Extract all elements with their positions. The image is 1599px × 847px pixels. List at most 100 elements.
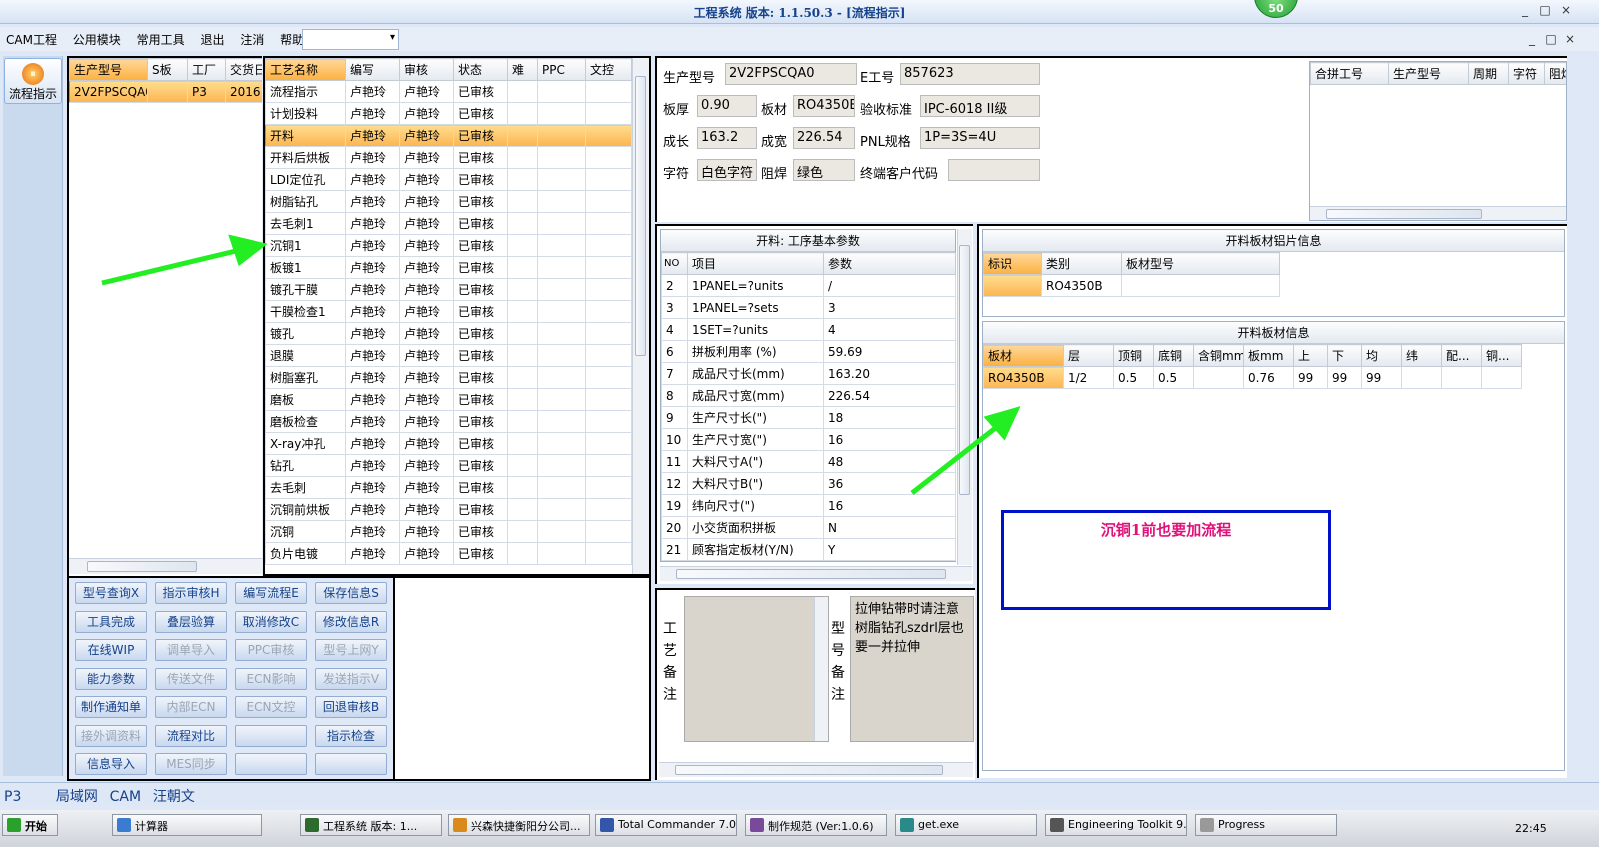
flow-cell[interactable]: 已审核 bbox=[453, 146, 508, 169]
params-cell[interactable]: 9 bbox=[661, 406, 688, 429]
table-row[interactable]: 2 1PANEL=?units / bbox=[661, 274, 956, 297]
params-cell[interactable]: 16 bbox=[823, 494, 956, 517]
flow-cell[interactable]: 去毛刺 bbox=[265, 476, 346, 499]
model-field[interactable]: 2V2FPSCQA0 bbox=[725, 63, 857, 85]
board-col-header[interactable]: 板mm bbox=[1243, 344, 1294, 367]
flow-cell[interactable] bbox=[507, 366, 538, 389]
flow-cell[interactable]: 卢艳玲 bbox=[345, 234, 400, 257]
cust-field[interactable] bbox=[948, 159, 1040, 181]
table-row[interactable]: 9 生产尺寸长(") 18 bbox=[661, 406, 956, 429]
params-cell[interactable]: 11 bbox=[661, 450, 688, 473]
flow-cell[interactable]: 卢艳玲 bbox=[345, 432, 400, 455]
action-button[interactable]: 工具完成 bbox=[75, 610, 147, 633]
flow-cell[interactable]: 卢艳玲 bbox=[345, 300, 400, 323]
action-button[interactable]: 流程对比 bbox=[155, 724, 227, 747]
board-cell[interactable]: 0.76 bbox=[1243, 366, 1294, 389]
flow-cell[interactable] bbox=[537, 146, 586, 169]
flow-cell[interactable] bbox=[585, 322, 632, 345]
params-cell[interactable]: 成品尺寸长(mm) bbox=[687, 362, 824, 385]
mdi-close-button[interactable]: × bbox=[1560, 32, 1580, 49]
flow-cell[interactable]: 已审核 bbox=[453, 234, 508, 257]
action-button[interactable]: 型号查询X bbox=[75, 582, 147, 604]
flow-cell[interactable] bbox=[507, 410, 538, 433]
process-remark-field[interactable] bbox=[684, 596, 829, 742]
board-col-header[interactable]: 均 bbox=[1361, 344, 1402, 367]
flow-cell[interactable] bbox=[537, 300, 586, 323]
table-row[interactable]: 沉铜1 卢艳玲 卢艳玲 已审核 bbox=[265, 234, 632, 257]
maximize-button[interactable]: □ bbox=[1535, 3, 1555, 20]
params-cell[interactable]: 18 bbox=[823, 406, 956, 429]
merge-col-header[interactable]: 生产型号 bbox=[1388, 62, 1469, 85]
flow-cell[interactable] bbox=[507, 498, 538, 521]
flow-col-header[interactable]: 编写 bbox=[345, 58, 400, 81]
model-col-header[interactable]: 工厂 bbox=[187, 58, 226, 81]
flow-cell[interactable]: 已审核 bbox=[453, 124, 508, 147]
params-cell[interactable]: Y bbox=[823, 538, 956, 561]
flow-cell[interactable]: 卢艳玲 bbox=[399, 366, 454, 389]
flow-cell[interactable]: 磨板检查 bbox=[265, 410, 346, 433]
table-row[interactable]: 12 大料尺寸B(") 36 bbox=[661, 472, 956, 495]
flow-cell[interactable] bbox=[507, 278, 538, 301]
board-col-header[interactable]: 板材 bbox=[983, 344, 1064, 367]
flow-cell[interactable]: 卢艳玲 bbox=[345, 344, 400, 367]
flow-cell[interactable]: 卢艳玲 bbox=[345, 278, 400, 301]
char-field[interactable]: 白色字符 bbox=[697, 159, 757, 181]
flow-cell[interactable]: 卢艳玲 bbox=[345, 146, 400, 169]
board-col-header[interactable]: 顶铜 bbox=[1113, 344, 1154, 367]
flow-cell[interactable]: 卢艳玲 bbox=[399, 300, 454, 323]
table-row[interactable]: LDI定位孔 卢艳玲 卢艳玲 已审核 bbox=[265, 168, 632, 191]
table-row[interactable]: RO4350B 1/2 0.5 0.5 0.76 99 99 99 bbox=[983, 366, 1522, 389]
flow-cell[interactable] bbox=[537, 234, 586, 257]
flow-cell[interactable]: 卢艳玲 bbox=[345, 476, 400, 499]
flow-cell[interactable] bbox=[585, 256, 632, 279]
flow-cell[interactable]: 树脂钻孔 bbox=[265, 190, 346, 213]
flow-cell[interactable]: 卢艳玲 bbox=[345, 80, 400, 103]
flow-cell[interactable]: 卢艳玲 bbox=[399, 520, 454, 543]
params-cell[interactable]: 226.54 bbox=[823, 384, 956, 407]
board-cell[interactable]: RO4350B bbox=[983, 366, 1064, 389]
table-row[interactable]: 钻孔 卢艳玲 卢艳玲 已审核 bbox=[265, 454, 632, 477]
flow-cell[interactable] bbox=[537, 212, 586, 235]
flow-cell[interactable]: 去毛刺1 bbox=[265, 212, 346, 235]
flow-cell[interactable]: 卢艳玲 bbox=[345, 102, 400, 125]
start-button[interactable]: 开始 bbox=[2, 814, 58, 836]
menu-exit[interactable]: 退出 bbox=[194, 27, 230, 48]
flow-cell[interactable] bbox=[537, 322, 586, 345]
params-cell[interactable]: 59.69 bbox=[823, 340, 956, 363]
flow-cell[interactable]: 卢艳玲 bbox=[399, 80, 454, 103]
table-row[interactable]: 去毛刺 卢艳玲 卢艳玲 已审核 bbox=[265, 476, 632, 499]
table-row[interactable]: 磨板 卢艳玲 卢艳玲 已审核 bbox=[265, 388, 632, 411]
table-row[interactable]: 2V2FPSCQA0 P3 2016 bbox=[69, 80, 262, 103]
flow-cell[interactable]: 卢艳玲 bbox=[399, 344, 454, 367]
params-cell[interactable]: 生产尺寸宽(") bbox=[687, 428, 824, 451]
params-col-header[interactable]: NO bbox=[661, 252, 688, 275]
flow-cell[interactable]: 卢艳玲 bbox=[345, 322, 400, 345]
flow-cell[interactable]: 已审核 bbox=[453, 344, 508, 367]
foil-cell[interactable]: RO4350B bbox=[1041, 274, 1122, 297]
table-row[interactable]: 11 大料尺寸A(") 48 bbox=[661, 450, 956, 473]
menu-tools[interactable]: 常用工具 bbox=[131, 27, 191, 48]
mdi-restore-button[interactable]: □ bbox=[1541, 32, 1561, 49]
action-button[interactable]: ECN文控 bbox=[235, 696, 307, 718]
flow-cell[interactable] bbox=[507, 476, 538, 499]
flow-cell[interactable]: 卢艳玲 bbox=[399, 322, 454, 345]
flow-cell[interactable]: 卢艳玲 bbox=[399, 146, 454, 169]
flow-cell[interactable]: 镀孔干膜 bbox=[265, 278, 346, 301]
flow-cell[interactable] bbox=[585, 344, 632, 367]
table-row[interactable]: 退膜 卢艳玲 卢艳玲 已审核 bbox=[265, 344, 632, 367]
menu-combo[interactable]: ▾ bbox=[302, 29, 399, 50]
flow-cell[interactable]: 卢艳玲 bbox=[399, 388, 454, 411]
model-col-header[interactable]: S板 bbox=[147, 58, 188, 81]
table-row[interactable]: 19 纬向尺寸(") 16 bbox=[661, 494, 956, 517]
flow-cell[interactable]: 卢艳玲 bbox=[399, 410, 454, 433]
table-row[interactable]: 树脂钻孔 卢艳玲 卢艳玲 已审核 bbox=[265, 190, 632, 213]
model-col-header[interactable]: 生产型号 bbox=[69, 58, 148, 81]
flow-cell[interactable]: 已审核 bbox=[453, 366, 508, 389]
wid-field[interactable]: 226.54 bbox=[793, 127, 855, 149]
flow-cell[interactable] bbox=[537, 410, 586, 433]
board-cell[interactable] bbox=[1193, 366, 1244, 389]
flow-cell[interactable] bbox=[537, 256, 586, 279]
board-col-header[interactable]: 上 bbox=[1293, 344, 1328, 367]
action-button[interactable]: 编写流程E bbox=[235, 582, 307, 604]
flow-cell[interactable]: 树脂塞孔 bbox=[265, 366, 346, 389]
